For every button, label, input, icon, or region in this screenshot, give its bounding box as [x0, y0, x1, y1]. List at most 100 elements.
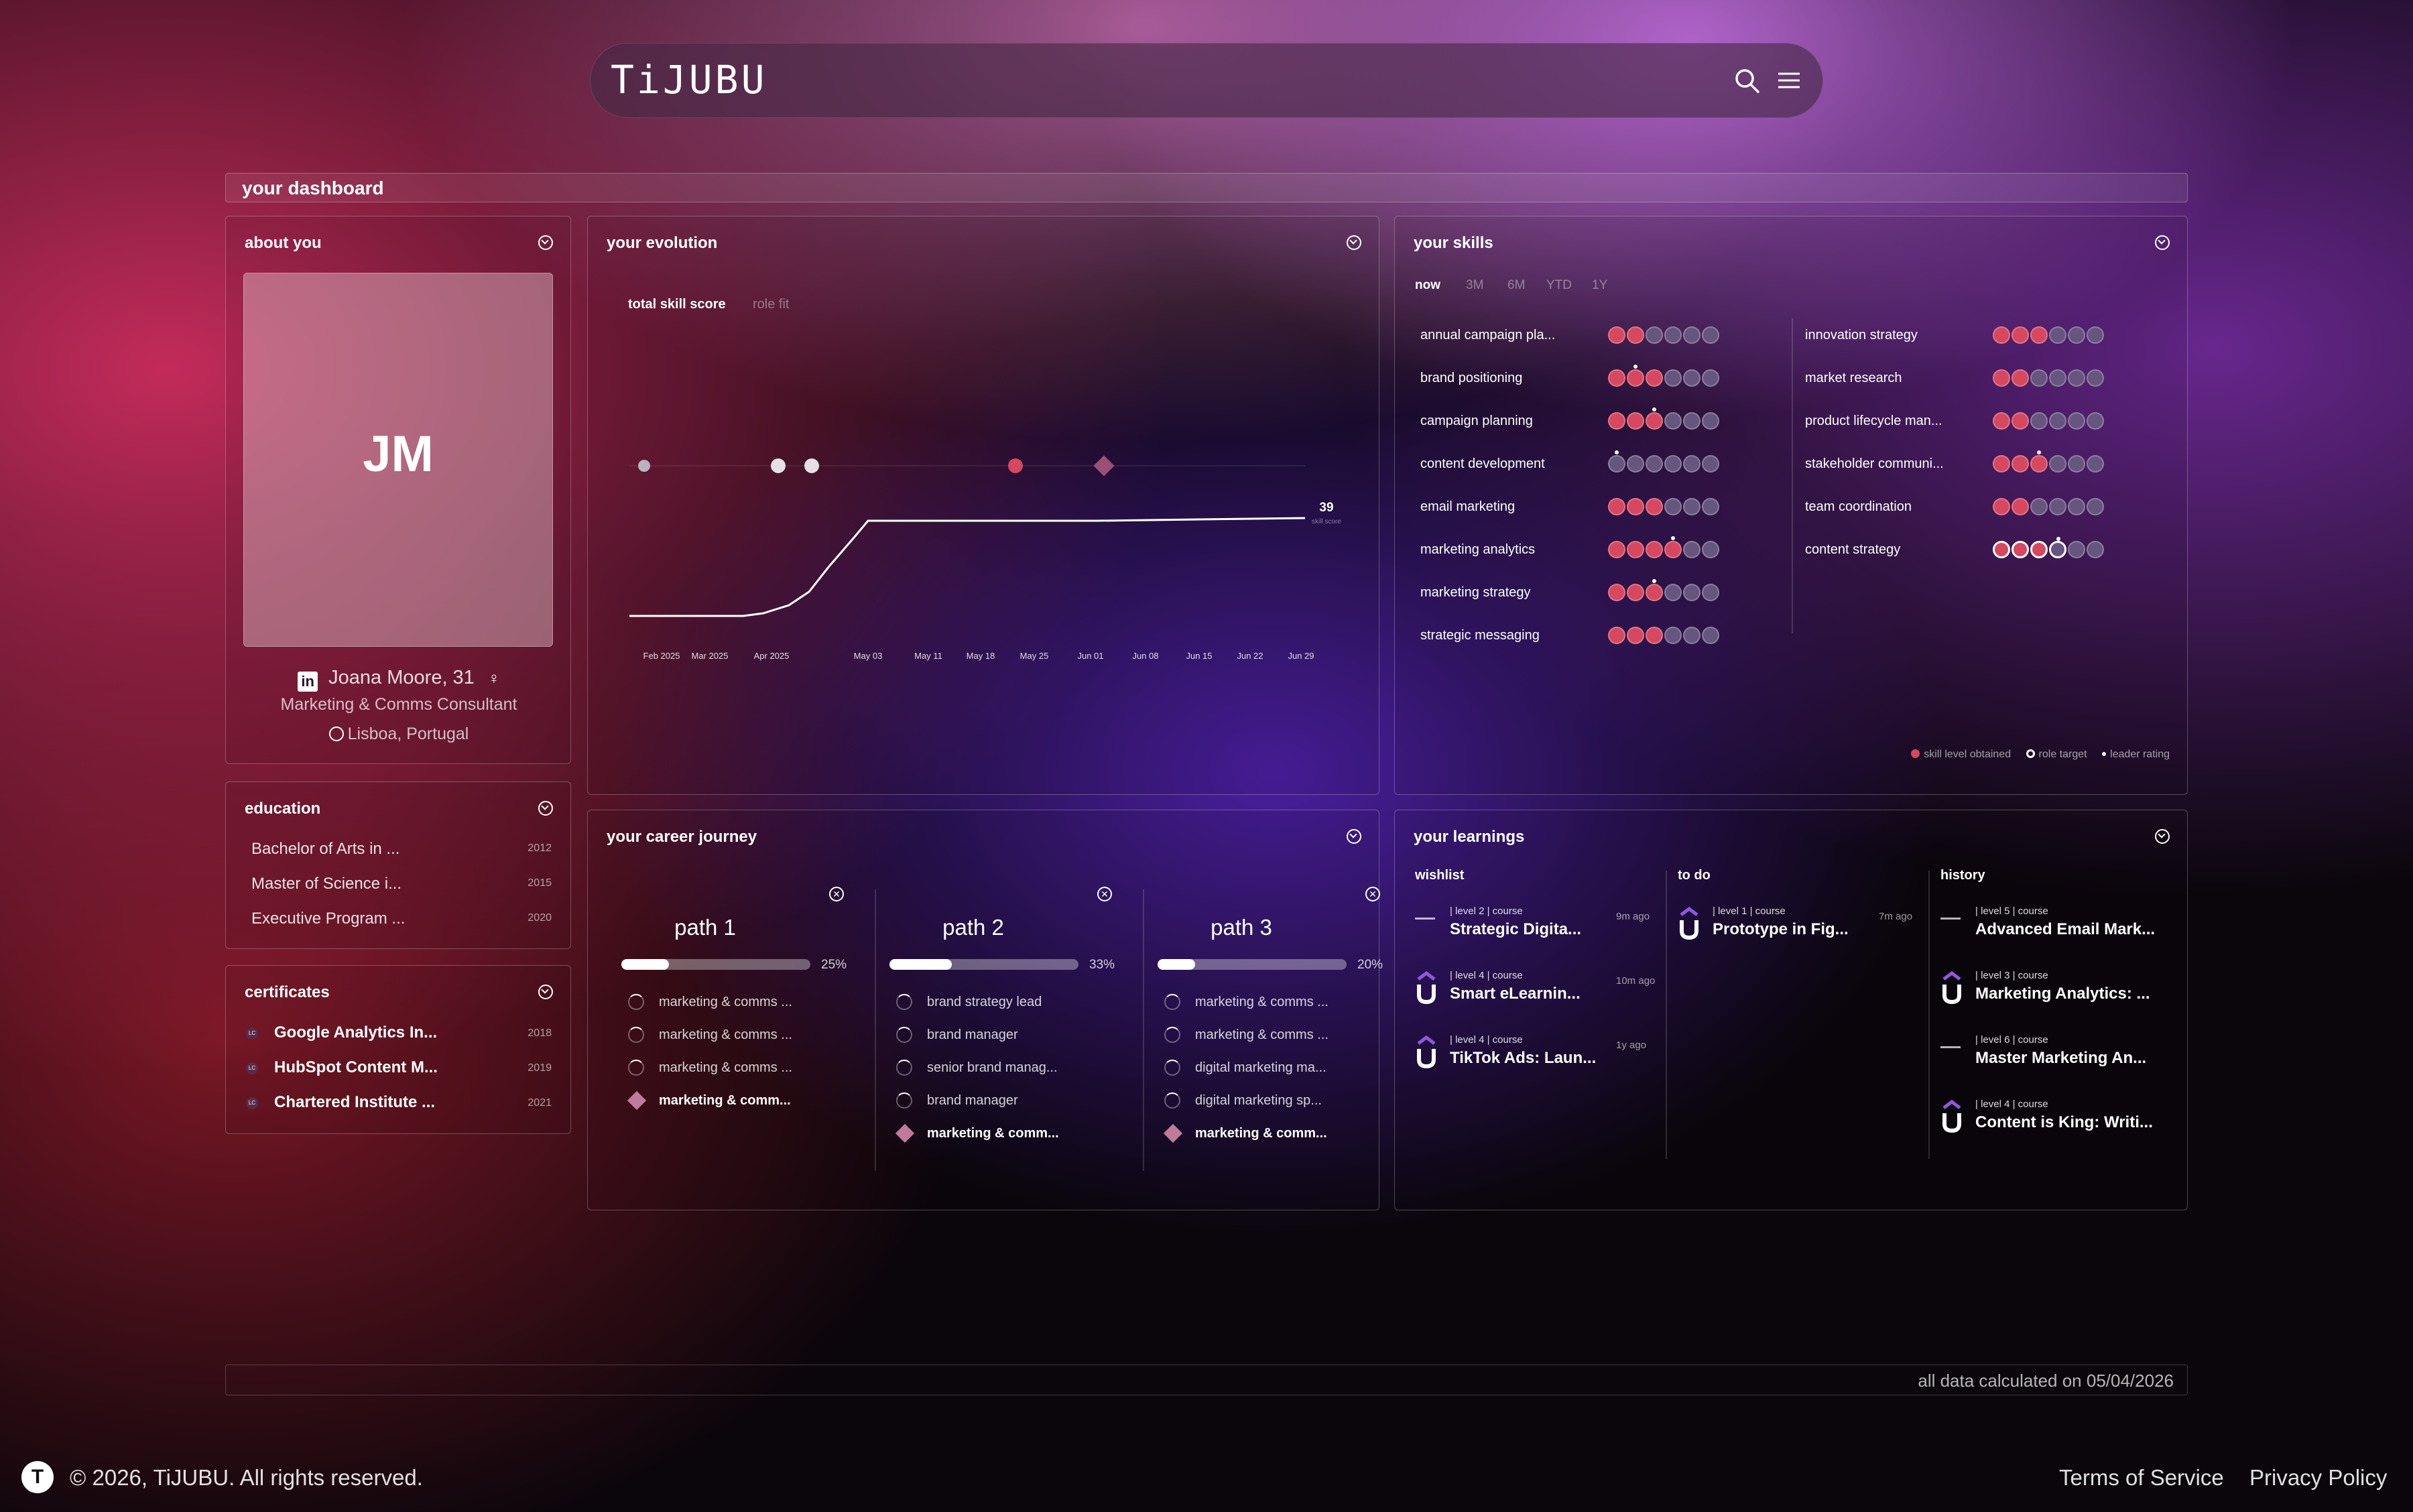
search-icon[interactable] — [1734, 68, 1761, 94]
evolution-panel: your evolution total skill score role fi… — [587, 216, 1379, 795]
skill-row[interactable]: market research — [1805, 368, 2167, 388]
path-step[interactable]: senior brand manag... — [927, 1060, 1058, 1076]
skill-level-dot — [2049, 455, 2066, 472]
path-progress-label: 25% — [821, 958, 847, 972]
footer-logo-icon[interactable]: T — [21, 1461, 54, 1493]
skill-level-dot — [1664, 498, 1682, 515]
learning-time: 7m ago — [1879, 911, 1913, 922]
period-6m[interactable]: 6M — [1507, 278, 1525, 293]
period-now[interactable]: now — [1415, 278, 1440, 293]
skill-row[interactable]: brand positioning — [1420, 365, 1782, 388]
linkedin-icon[interactable]: in — [298, 672, 318, 692]
skill-score-line — [629, 517, 1306, 617]
event-marker[interactable] — [771, 458, 786, 473]
education-item[interactable]: Master of Science i... — [251, 875, 401, 893]
career-path[interactable]: ✕ path 2 33% brand strategy lead brand manag… — [876, 810, 1144, 1211]
x-tick-label: Jun 22 — [1237, 651, 1263, 661]
x-tick-label: Apr 2025 — [754, 651, 790, 661]
pending-step-icon — [1164, 1060, 1180, 1076]
menu-icon[interactable] — [1777, 70, 1801, 90]
terms-link[interactable]: Terms of Service — [2059, 1465, 2224, 1491]
event-marker[interactable] — [638, 460, 650, 472]
period-ytd[interactable]: YTD — [1546, 278, 1572, 293]
skills-list-right: innovation strategy market research produc… — [1805, 325, 2167, 633]
skill-row[interactable]: marketing analytics — [1420, 536, 1782, 560]
skill-level-dot — [1702, 627, 1719, 644]
path-step[interactable]: digital marketing sp... — [1195, 1093, 1322, 1109]
collapse-icon[interactable] — [538, 801, 553, 816]
skill-row[interactable]: marketing strategy — [1420, 579, 1782, 603]
learning-column: wishlist | level 2 | course Strategic Digi… — [1415, 810, 1670, 1211]
pending-step-icon — [896, 1027, 912, 1043]
collapse-icon[interactable] — [2155, 235, 2170, 250]
skill-row[interactable]: campaign planning — [1420, 407, 1782, 431]
certificate-item[interactable]: Chartered Institute ... — [274, 1093, 435, 1112]
skill-row[interactable]: content strategy — [1805, 537, 2167, 560]
education-year: 2015 — [528, 877, 552, 889]
education-item[interactable]: Executive Program ... — [251, 909, 405, 928]
learning-title: Marketing Analytics: ... — [1975, 985, 2150, 1003]
skill-level-dot — [2087, 369, 2104, 387]
legend-obtained: skill level obtained — [1924, 749, 2012, 760]
provider-logo-icon — [1417, 971, 1436, 1005]
collapse-icon[interactable] — [538, 235, 553, 250]
path-step[interactable]: marketing & comms ... — [1195, 1027, 1328, 1043]
goal-diamond-icon — [627, 1090, 647, 1111]
skill-row[interactable]: stakeholder communi... — [1805, 450, 2167, 474]
remove-path-icon[interactable]: ✕ — [1097, 887, 1112, 901]
learning-item[interactable]: | level 4 | course TikTok Ads: Laun... 1y … — [1415, 1034, 1663, 1088]
learning-item[interactable]: | level 4 | course Content is King: Writi… — [1940, 1098, 2188, 1152]
period-3m[interactable]: 3M — [1466, 278, 1483, 293]
x-tick-label: May 11 — [914, 651, 942, 661]
learning-item[interactable]: | level 4 | course Smart eLearnin... 10m a… — [1415, 970, 1663, 1023]
career-path[interactable]: ✕ path 3 20% marketing & comms ... marketing… — [1144, 810, 1412, 1211]
learning-item[interactable]: | level 5 | course Advanced Email Mark... — [1940, 905, 2188, 959]
period-1y[interactable]: 1Y — [1592, 278, 1607, 293]
path-name: path 2 — [942, 915, 1004, 940]
path-step[interactable]: brand strategy lead — [927, 995, 1042, 1010]
path-step[interactable]: brand manager — [927, 1093, 1018, 1109]
learning-item[interactable]: | level 6 | course Master Marketing An... — [1940, 1034, 2188, 1088]
learning-item[interactable]: | level 3 | course Marketing Analytics: .… — [1940, 970, 2188, 1023]
profile-role: Marketing & Comms Consultant — [280, 695, 517, 714]
skill-row[interactable]: annual campaign pla... — [1420, 325, 1782, 345]
path-goal[interactable]: marketing & comm... — [659, 1093, 791, 1109]
path-step[interactable]: brand manager — [927, 1027, 1018, 1043]
skill-row[interactable]: innovation strategy — [1805, 325, 2167, 345]
remove-path-icon[interactable]: ✕ — [1365, 887, 1380, 901]
certificate-item[interactable]: Google Analytics In... — [274, 1023, 437, 1042]
skill-row[interactable]: team coordination — [1805, 497, 2167, 517]
skill-level-dot — [1608, 326, 1625, 344]
leader-rating-dot — [1652, 407, 1656, 412]
event-marker[interactable] — [804, 458, 819, 473]
skill-row[interactable]: email marketing — [1420, 497, 1782, 517]
skill-level-dot — [2030, 326, 2048, 344]
skill-row[interactable]: strategic messaging — [1420, 625, 1782, 645]
path-step[interactable]: digital marketing ma... — [1195, 1060, 1326, 1076]
remove-path-icon[interactable]: ✕ — [829, 887, 844, 901]
path-goal[interactable]: marketing & comm... — [1195, 1126, 1327, 1141]
event-marker[interactable] — [1008, 458, 1023, 473]
path-step[interactable]: marketing & comms ... — [659, 1060, 792, 1076]
path-goal[interactable]: marketing & comm... — [927, 1126, 1059, 1141]
certificate-item[interactable]: HubSpot Content M... — [274, 1058, 438, 1077]
skill-row[interactable]: product lifecycle man... — [1805, 411, 2167, 431]
collapse-icon[interactable] — [538, 985, 553, 999]
learning-item[interactable]: | level 1 | course Prototype in Fig... 7m … — [1678, 905, 1926, 959]
event-marker[interactable] — [1093, 455, 1115, 477]
learning-item[interactable]: | level 2 | course Strategic Digita... 9m … — [1415, 905, 1663, 959]
certificate-logo-icon: LC — [246, 1027, 258, 1040]
skill-row[interactable]: content development — [1420, 450, 1782, 474]
education-item[interactable]: Bachelor of Arts in ... — [251, 840, 399, 859]
skill-level-dot — [2030, 412, 2048, 430]
skill-level-dot — [1664, 369, 1682, 387]
certificates-panel: certificates LC Google Analytics In... 2… — [225, 965, 571, 1134]
provider-logo-icon — [1942, 971, 1961, 1005]
pending-step-icon — [1164, 994, 1180, 1010]
privacy-link[interactable]: Privacy Policy — [2249, 1465, 2387, 1491]
path-step[interactable]: marketing & comms ... — [659, 1027, 792, 1043]
path-step[interactable]: marketing & comms ... — [1195, 995, 1328, 1010]
app-logo[interactable]: TiJUBU — [611, 57, 767, 103]
path-step[interactable]: marketing & comms ... — [659, 995, 792, 1010]
career-path[interactable]: ✕ path 1 25% marketing & comms ... marketing… — [608, 810, 876, 1211]
